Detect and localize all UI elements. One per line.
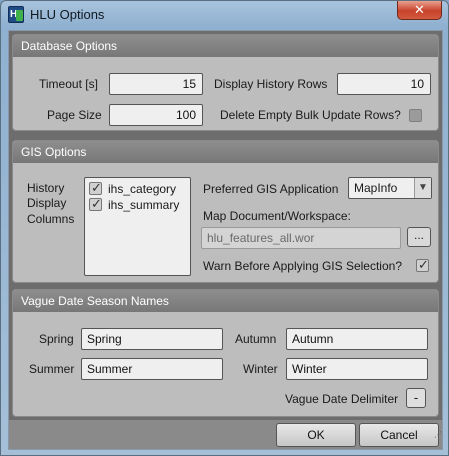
- title-bar[interactable]: H HLU Options ✕: [1, 1, 448, 29]
- hlu-app-icon: H: [8, 6, 24, 23]
- check-icon: ✓: [418, 257, 429, 272]
- list-item[interactable]: ✓ ihs_summary: [89, 196, 189, 213]
- chevron-down-icon[interactable]: ▼: [414, 178, 431, 198]
- autumn-label: Autumn: [235, 332, 277, 346]
- browse-button[interactable]: ...: [407, 227, 431, 247]
- history-columns-list[interactable]: ✓ ihs_category ✓ ihs_summary: [84, 177, 191, 276]
- vague-date-header: Vague Date Season Names: [13, 290, 438, 312]
- dialog-body: Database Options Timeout [s] 15 Display …: [9, 31, 442, 449]
- ihs-summary-checkbox[interactable]: ✓: [89, 196, 102, 211]
- winter-input[interactable]: Winter: [286, 358, 428, 380]
- ihs-summary-label: ihs_summary: [108, 198, 180, 212]
- app-icon-accent: [16, 10, 23, 21]
- spring-label: Spring: [39, 332, 74, 346]
- cancel-button[interactable]: Cancel: [359, 423, 439, 447]
- close-icon: ✕: [414, 2, 425, 17]
- ok-button[interactable]: OK: [276, 423, 356, 447]
- window-title: HLU Options: [30, 7, 105, 22]
- history-label-line1: History: [27, 181, 65, 195]
- display-history-rows-input[interactable]: 10: [337, 73, 431, 95]
- list-item[interactable]: ✓ ihs_category: [89, 180, 189, 197]
- map-document-input[interactable]: hlu_features_all.wor: [201, 227, 401, 249]
- database-options-header: Database Options: [13, 35, 438, 57]
- spring-input[interactable]: Spring: [81, 328, 223, 350]
- autumn-input[interactable]: Autumn: [286, 328, 428, 350]
- button-bar: OK Cancel ⋰: [9, 420, 442, 449]
- ihs-category-label: ihs_category: [108, 182, 177, 196]
- timeout-input[interactable]: 15: [109, 73, 203, 95]
- summer-input[interactable]: Summer: [81, 358, 223, 380]
- map-document-label: Map Document/Workspace:: [203, 209, 351, 223]
- vague-date-delimiter-label: Vague Date Delimiter: [285, 392, 399, 406]
- warn-gis-selection-checkbox[interactable]: ✓: [416, 257, 429, 272]
- display-history-rows-label: Display History Rows: [214, 77, 328, 91]
- page-size-label: Page Size: [47, 108, 102, 122]
- history-label-line3: Columns: [27, 212, 75, 226]
- dialog-client: Database Options Timeout [s] 15 Display …: [8, 30, 443, 450]
- preferred-gis-app-select[interactable]: MapInfo ▼: [348, 177, 432, 199]
- check-icon: ✓: [91, 180, 102, 195]
- timeout-label: Timeout [s]: [39, 77, 98, 91]
- history-label-line2: Display: [27, 196, 67, 210]
- preferred-gis-app-value: MapInfo: [354, 181, 398, 195]
- options-window: H HLU Options ✕ Database Options Timeout…: [0, 0, 449, 456]
- preferred-gis-app-label: Preferred GIS Application: [203, 182, 339, 196]
- winter-label: Winter: [243, 362, 278, 376]
- delete-empty-rows-checkbox[interactable]: [409, 109, 422, 122]
- database-options-group: Database Options Timeout [s] 15 Display …: [12, 34, 439, 131]
- resize-grip-icon[interactable]: ⋰: [434, 431, 442, 439]
- delete-empty-rows-label: Delete Empty Bulk Update Rows?: [220, 108, 401, 122]
- gis-options-group: GIS Options History Display Columns ✓ ih…: [12, 140, 439, 283]
- warn-gis-selection-label: Warn Before Applying GIS Selection?: [203, 259, 402, 273]
- summer-label: Summer: [29, 362, 75, 376]
- check-icon: ✓: [91, 196, 102, 211]
- close-button[interactable]: ✕: [397, 1, 442, 20]
- vague-date-delimiter-input[interactable]: -: [406, 388, 426, 408]
- vague-date-group: Vague Date Season Names Spring Spring Au…: [12, 289, 439, 417]
- page-size-input[interactable]: 100: [109, 104, 203, 126]
- gis-options-header: GIS Options: [13, 141, 438, 163]
- ihs-category-checkbox[interactable]: ✓: [89, 180, 102, 195]
